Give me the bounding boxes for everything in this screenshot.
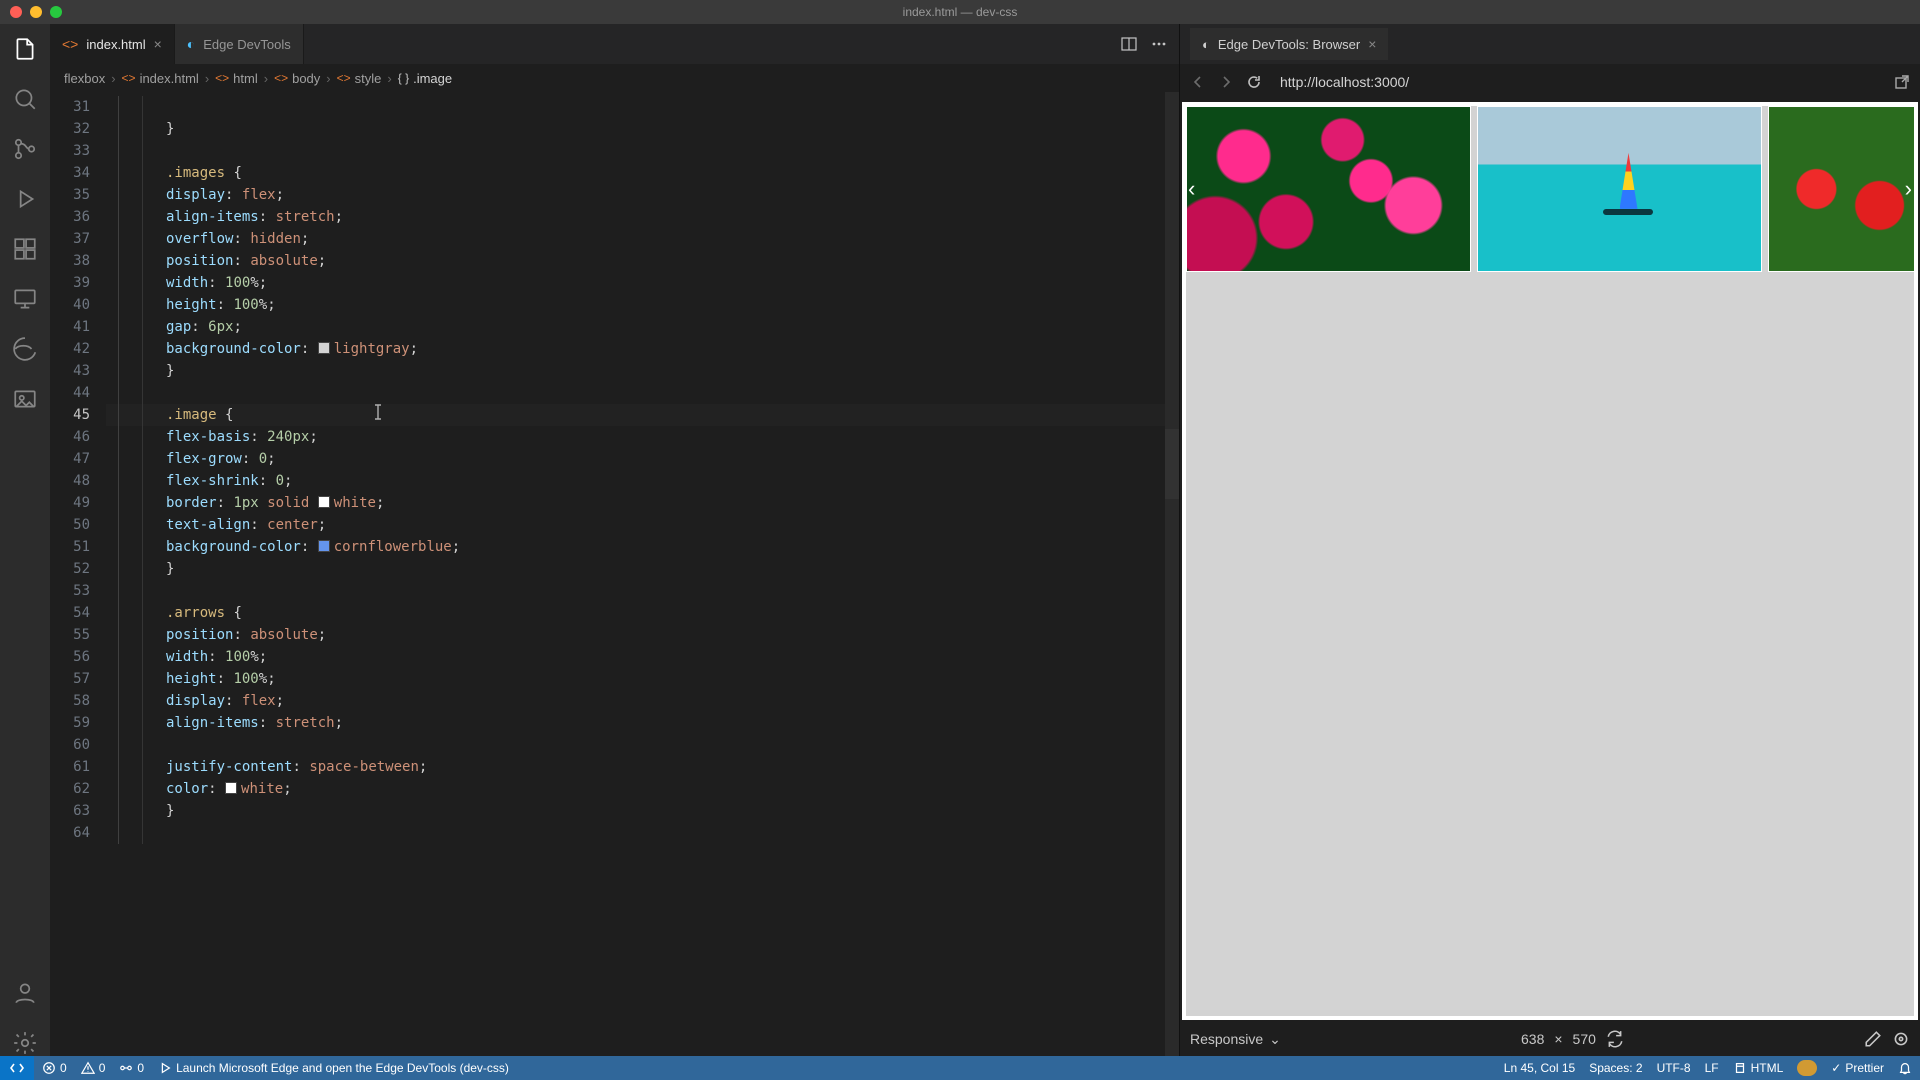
prettier-status[interactable]: ✓Prettier bbox=[1831, 1061, 1884, 1075]
indentation[interactable]: Spaces: 2 bbox=[1589, 1061, 1642, 1075]
forward-icon[interactable] bbox=[1218, 74, 1234, 90]
image-icon[interactable] bbox=[12, 386, 38, 412]
dimension-separator: × bbox=[1554, 1031, 1562, 1047]
minimize-window[interactable] bbox=[30, 6, 42, 18]
tab-label: index.html bbox=[86, 37, 145, 52]
breadcrumb[interactable]: flexbox› <>index.html› <>html› <>body› <… bbox=[50, 64, 1179, 92]
open-external-icon[interactable] bbox=[1894, 74, 1910, 90]
file-html-icon: <> bbox=[62, 36, 78, 52]
eol[interactable]: LF bbox=[1705, 1061, 1719, 1075]
viewport-width[interactable]: 638 bbox=[1521, 1031, 1544, 1047]
split-editor-icon[interactable] bbox=[1121, 36, 1137, 52]
breadcrumb-seg[interactable]: { }.image bbox=[398, 71, 452, 86]
close-window[interactable] bbox=[10, 6, 22, 18]
device-mode-label: Responsive bbox=[1190, 1031, 1263, 1047]
notifications-icon[interactable] bbox=[1898, 1061, 1912, 1075]
breadcrumb-seg[interactable]: <>style bbox=[337, 71, 382, 86]
address-bar[interactable]: http://localhost:3000/ bbox=[1274, 70, 1882, 94]
remote-indicator[interactable] bbox=[0, 1056, 34, 1080]
edge-icon: ◐ bbox=[187, 36, 195, 52]
preview-image bbox=[1477, 106, 1762, 272]
extensions-icon[interactable] bbox=[12, 236, 38, 262]
device-mode-select[interactable]: Responsive ⌄ bbox=[1190, 1031, 1281, 1048]
search-icon[interactable] bbox=[12, 86, 38, 112]
tab-devtools-browser[interactable]: ◐ Edge DevTools: Browser × bbox=[1190, 28, 1388, 60]
activity-bar bbox=[0, 24, 50, 1056]
reload-icon[interactable] bbox=[1246, 74, 1262, 90]
editor-tabs: <> index.html × ◐ Edge DevTools bbox=[50, 24, 1179, 64]
back-icon[interactable] bbox=[1190, 74, 1206, 90]
maximize-window[interactable] bbox=[50, 6, 62, 18]
explorer-icon[interactable] bbox=[12, 36, 38, 62]
close-icon[interactable]: × bbox=[1368, 36, 1376, 52]
account-icon[interactable] bbox=[12, 980, 38, 1006]
cursor-position[interactable]: Ln 45, Col 15 bbox=[1504, 1061, 1575, 1075]
device-toolbar: Responsive ⌄ 638 × 570 bbox=[1180, 1022, 1920, 1056]
breadcrumb-seg[interactable]: <>html bbox=[215, 71, 258, 86]
rotate-icon[interactable] bbox=[1606, 1030, 1624, 1048]
preview-viewport[interactable]: ‹ › bbox=[1182, 102, 1918, 1020]
devtools-browser-panel: ◐ Edge DevTools: Browser × http://localh… bbox=[1180, 24, 1920, 1056]
breadcrumb-seg[interactable]: <>index.html bbox=[122, 71, 199, 86]
minimap[interactable] bbox=[1165, 92, 1179, 1056]
close-icon[interactable]: × bbox=[154, 36, 162, 52]
preview-image bbox=[1186, 106, 1471, 272]
chevron-down-icon: ⌄ bbox=[1269, 1031, 1281, 1048]
gear-icon[interactable] bbox=[12, 1030, 38, 1056]
encoding[interactable]: UTF-8 bbox=[1657, 1061, 1691, 1075]
code-editor[interactable]: 3132333435363738394041424344454647484950… bbox=[50, 92, 1179, 1056]
more-icon[interactable] bbox=[1151, 36, 1167, 52]
edge-tools-icon[interactable] bbox=[12, 336, 38, 362]
window-controls bbox=[0, 6, 62, 18]
viewport-height[interactable]: 570 bbox=[1573, 1031, 1596, 1047]
breadcrumb-seg[interactable]: flexbox bbox=[64, 71, 105, 86]
window-title: index.html — dev-css bbox=[903, 5, 1018, 19]
edge-icon: ◐ bbox=[1202, 37, 1210, 52]
breadcrumb-seg[interactable]: <>body bbox=[274, 71, 320, 86]
preview-images-row bbox=[1186, 106, 1914, 1016]
launch-edge-task[interactable]: Launch Microsoft Edge and open the Edge … bbox=[158, 1061, 509, 1075]
tab-actions bbox=[1109, 24, 1179, 64]
line-gutter: 3132333435363738394041424344454647484950… bbox=[50, 92, 106, 1056]
status-bar: 0 0 0 Launch Microsoft Edge and open the… bbox=[0, 1056, 1920, 1080]
language-mode[interactable]: HTML bbox=[1733, 1061, 1784, 1075]
tab-label: Edge DevTools bbox=[203, 37, 290, 52]
forwarded-ports[interactable]: 0 bbox=[119, 1061, 144, 1075]
edit-icon[interactable] bbox=[1864, 1030, 1882, 1048]
run-debug-icon[interactable] bbox=[12, 186, 38, 212]
preview-image bbox=[1768, 106, 1914, 272]
code-content[interactable]: }.images {display: flex;align-items: str… bbox=[106, 92, 1179, 1056]
problems-errors[interactable]: 0 bbox=[42, 1061, 67, 1075]
browser-toolbar: http://localhost:3000/ bbox=[1180, 64, 1920, 100]
tab-edge-devtools[interactable]: ◐ Edge DevTools bbox=[175, 24, 304, 64]
tab-label: Edge DevTools: Browser bbox=[1218, 37, 1360, 52]
source-control-icon[interactable] bbox=[12, 136, 38, 162]
editor-group: <> index.html × ◐ Edge DevTools flexbox›… bbox=[50, 24, 1180, 1056]
problems-warnings[interactable]: 0 bbox=[81, 1061, 106, 1075]
remote-explorer-icon[interactable] bbox=[12, 286, 38, 312]
window-titlebar: index.html — dev-css bbox=[0, 0, 1920, 24]
tab-index-html[interactable]: <> index.html × bbox=[50, 24, 175, 64]
target-icon[interactable] bbox=[1892, 1030, 1910, 1048]
status-pill[interactable] bbox=[1797, 1060, 1817, 1076]
